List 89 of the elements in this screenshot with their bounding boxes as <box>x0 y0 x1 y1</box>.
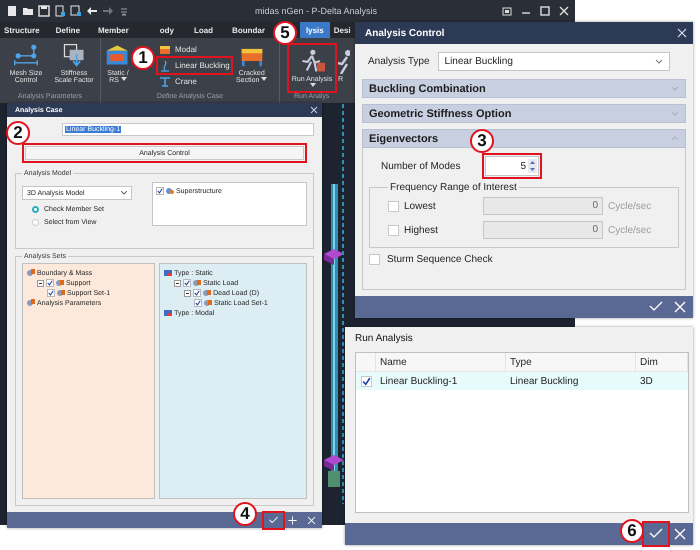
collapse-icon[interactable] <box>37 280 44 286</box>
caret-icon <box>120 77 127 82</box>
close-icon <box>672 299 688 315</box>
document-icon[interactable] <box>54 5 66 17</box>
menu-tab[interactable]: ody <box>158 22 175 38</box>
dropdown[interactable]: Linear Buckling <box>438 52 670 71</box>
maximize-icon[interactable] <box>540 6 550 16</box>
section-header[interactable]: Geometric Stiffness Option <box>362 104 686 123</box>
menu-tab[interactable]: Desi <box>332 22 352 38</box>
checkbox[interactable] <box>360 376 372 386</box>
checkbox[interactable] <box>47 289 55 297</box>
input-field[interactable]: 0 <box>483 221 603 239</box>
redo-icon[interactable] <box>102 5 114 17</box>
unit-label: Cycle/sec <box>608 200 652 212</box>
menu-tab[interactable]: Structure <box>3 22 41 38</box>
close-icon[interactable] <box>677 28 687 38</box>
field-label: Analysis Type <box>368 56 430 67</box>
node-icon <box>193 279 202 287</box>
node-icon <box>27 269 35 277</box>
ribbon-button[interactable]: Linear Buckling <box>159 59 230 72</box>
table-cell-text: Linear Buckling <box>509 374 580 388</box>
highlight-frame <box>287 43 337 93</box>
checkbox[interactable] <box>183 279 192 287</box>
checkbox[interactable] <box>194 299 202 307</box>
number-field[interactable]: 5 <box>485 156 539 176</box>
close-icon <box>672 526 688 542</box>
menu-tab[interactable]: Boundar <box>231 22 266 38</box>
menu-tab[interactable]: lysis <box>300 22 330 38</box>
highlight-frame <box>482 153 542 179</box>
checkbox-label: Sturm Sequence Check <box>387 254 493 265</box>
mesh-icon <box>13 42 39 68</box>
checkbox-label: Highest <box>404 224 439 236</box>
node-icon <box>27 299 35 307</box>
checkbox[interactable] <box>46 279 54 287</box>
caret-icon <box>655 59 663 64</box>
caret-icon <box>310 83 316 88</box>
node-icon <box>203 289 212 297</box>
node-icon <box>164 269 172 277</box>
node-icon <box>204 299 212 307</box>
crane-icon <box>159 76 171 88</box>
save-icon[interactable] <box>38 5 50 17</box>
menu-tab[interactable]: Define <box>54 22 82 38</box>
undo-icon[interactable] <box>86 5 98 17</box>
menu-tab[interactable]: Load <box>192 22 214 38</box>
ribbon-button[interactable]: Crane <box>159 75 230 88</box>
column-header[interactable]: Dim <box>636 353 688 371</box>
close-icon[interactable] <box>310 106 318 114</box>
section-header[interactable]: Buckling Combination <box>362 79 686 98</box>
checkbox[interactable] <box>156 187 164 195</box>
node-icon <box>166 187 174 195</box>
ribbon-button[interactable]: Modal <box>159 43 230 56</box>
field-label: Number of Modes <box>381 160 462 172</box>
dialog-title: Analysis Control <box>365 28 444 38</box>
plus-icon <box>287 514 298 526</box>
node-icon <box>56 279 64 287</box>
node-icon <box>164 309 172 317</box>
checkbox-label: Lowest <box>404 200 437 212</box>
check-icon <box>268 514 279 526</box>
window-title: midas nGen - P-Delta Analysis <box>254 6 378 16</box>
node-icon <box>57 289 65 297</box>
chevron-up-icon <box>671 136 679 141</box>
menu-tab[interactable]: Member <box>97 22 130 38</box>
column-header[interactable]: Name <box>376 353 506 371</box>
collapse-icon[interactable] <box>174 280 182 286</box>
restore-icon[interactable] <box>502 6 512 16</box>
dialog-title: Run Analysis <box>355 333 413 344</box>
buckling-icon <box>159 60 171 72</box>
collapse-icon[interactable] <box>184 290 192 296</box>
chevron-down-icon <box>671 111 679 116</box>
radio-button[interactable] <box>32 219 39 226</box>
group-label: Frequency Range of Interest <box>389 182 518 193</box>
close-icon[interactable] <box>559 6 569 16</box>
folder-icon[interactable] <box>22 5 34 17</box>
caret-icon <box>121 191 127 195</box>
close-icon <box>306 514 317 526</box>
table-cell-text: 3D <box>639 374 654 388</box>
caret-icon <box>261 77 268 82</box>
beam-icon <box>159 44 171 56</box>
unit-label: Cycle/sec <box>608 224 652 236</box>
runner-icon <box>338 48 350 74</box>
chevron-down-icon <box>671 86 679 91</box>
checkbox[interactable] <box>193 289 202 297</box>
document-icon[interactable] <box>70 5 82 17</box>
column-header[interactable]: Type <box>506 353 636 371</box>
new-file-icon[interactable] <box>6 5 18 17</box>
input-field[interactable]: 0 <box>483 197 603 215</box>
spin-arrows-icon[interactable] <box>528 159 537 173</box>
table-cell-text: Linear Buckling-1 <box>379 374 458 388</box>
radio-button[interactable] <box>32 206 39 213</box>
